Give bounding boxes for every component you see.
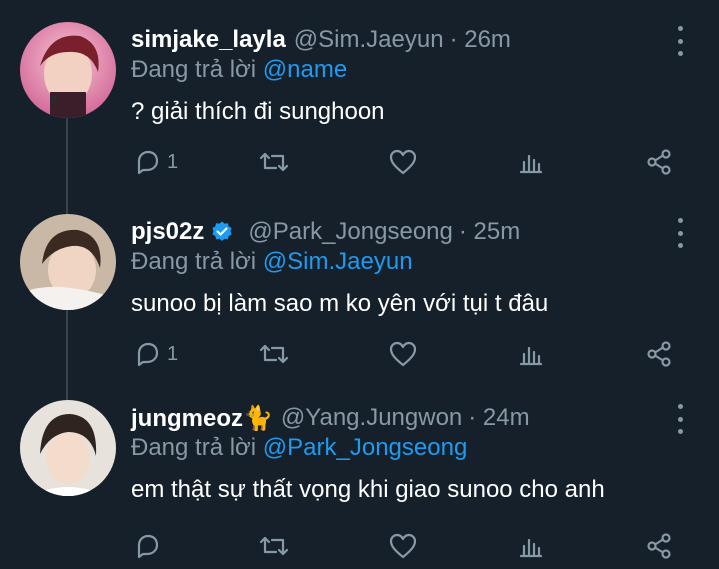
- heart-icon: [389, 341, 417, 367]
- reply-icon: [137, 150, 159, 175]
- reply-count: 1: [167, 342, 179, 365]
- retweet-icon: [259, 344, 289, 364]
- reply-count: 1: [167, 150, 179, 173]
- timestamp[interactable]: · 26m: [450, 26, 511, 54]
- tweet-actions: 1: [0, 142, 719, 182]
- display-name[interactable]: jungmeoz🐈: [131, 404, 273, 433]
- tweet-text: ? giải thích đi sunghoon: [131, 98, 385, 125]
- retweet-button[interactable]: [258, 526, 290, 566]
- reply-mention-link[interactable]: @Sim.Jaeyun: [263, 248, 413, 275]
- reply-icon: [137, 342, 159, 367]
- handle[interactable]: @Park_Jongseong: [248, 218, 453, 246]
- views-button[interactable]: [518, 334, 544, 374]
- tweet-actions: [0, 526, 719, 566]
- retweet-button[interactable]: [258, 142, 290, 182]
- tweet[interactable]: simjake_layla @Sim.Jaeyun · 26m Đang trả…: [0, 22, 719, 192]
- views-button[interactable]: [518, 142, 544, 182]
- reply-button[interactable]: 1: [133, 142, 178, 182]
- views-button[interactable]: [518, 526, 544, 566]
- share-button[interactable]: [645, 526, 673, 566]
- analytics-icon: [519, 154, 543, 174]
- more-options-icon[interactable]: [670, 218, 690, 248]
- tweet[interactable]: jungmeoz🐈 @Yang.Jungwon · 24m Đang trả l…: [0, 400, 719, 569]
- timestamp[interactable]: · 25m: [459, 218, 520, 246]
- like-button[interactable]: [388, 142, 418, 182]
- display-name[interactable]: simjake_layla: [131, 26, 286, 54]
- retweet-button[interactable]: [258, 334, 290, 374]
- avatar[interactable]: [20, 214, 116, 310]
- avatar[interactable]: [20, 400, 116, 496]
- share-icon: [647, 341, 671, 367]
- tweet-text: em thật sự thất vọng khi giao sunoo cho …: [131, 476, 605, 503]
- share-icon: [647, 149, 671, 175]
- share-button[interactable]: [645, 334, 673, 374]
- timestamp[interactable]: · 24m: [468, 404, 529, 432]
- tweet-text: sunoo bị làm sao m ko yên với tụi t đâu: [131, 290, 549, 317]
- tweet[interactable]: pjs02z @Park_Jongseong · 25m Đang trả lờ…: [0, 214, 719, 384]
- reply-prefix: Đang trả lời: [131, 56, 257, 83]
- reply-button[interactable]: 1: [133, 334, 178, 374]
- display-name[interactable]: pjs02z: [131, 218, 204, 246]
- analytics-icon: [519, 346, 543, 366]
- heart-icon: [389, 149, 417, 175]
- like-button[interactable]: [388, 526, 418, 566]
- handle[interactable]: @Sim.Jaeyun: [294, 26, 444, 54]
- avatar[interactable]: [20, 22, 116, 118]
- reply-prefix: Đang trả lời: [131, 248, 257, 275]
- reply-context: Đang trả lời @name: [131, 56, 347, 84]
- reply-prefix: Đang trả lời: [131, 434, 257, 461]
- analytics-icon: [519, 538, 543, 558]
- share-icon: [647, 533, 671, 559]
- tweet-actions: 1: [0, 334, 719, 374]
- reply-context: Đang trả lời @Park_Jongseong: [131, 434, 467, 462]
- verified-badge-icon: [210, 220, 234, 244]
- like-button[interactable]: [388, 334, 418, 374]
- reply-mention-link[interactable]: @Park_Jongseong: [263, 434, 468, 461]
- more-options-icon[interactable]: [670, 26, 690, 56]
- reply-button[interactable]: [133, 526, 167, 566]
- retweet-icon: [259, 536, 289, 556]
- more-options-icon[interactable]: [670, 404, 690, 434]
- retweet-icon: [259, 152, 289, 172]
- reply-icon: [137, 534, 159, 559]
- reply-context: Đang trả lời @Sim.Jaeyun: [131, 248, 413, 276]
- heart-icon: [389, 533, 417, 559]
- reply-mention-link[interactable]: @name: [263, 56, 347, 83]
- share-button[interactable]: [645, 142, 673, 182]
- handle[interactable]: @Yang.Jungwon: [281, 404, 462, 432]
